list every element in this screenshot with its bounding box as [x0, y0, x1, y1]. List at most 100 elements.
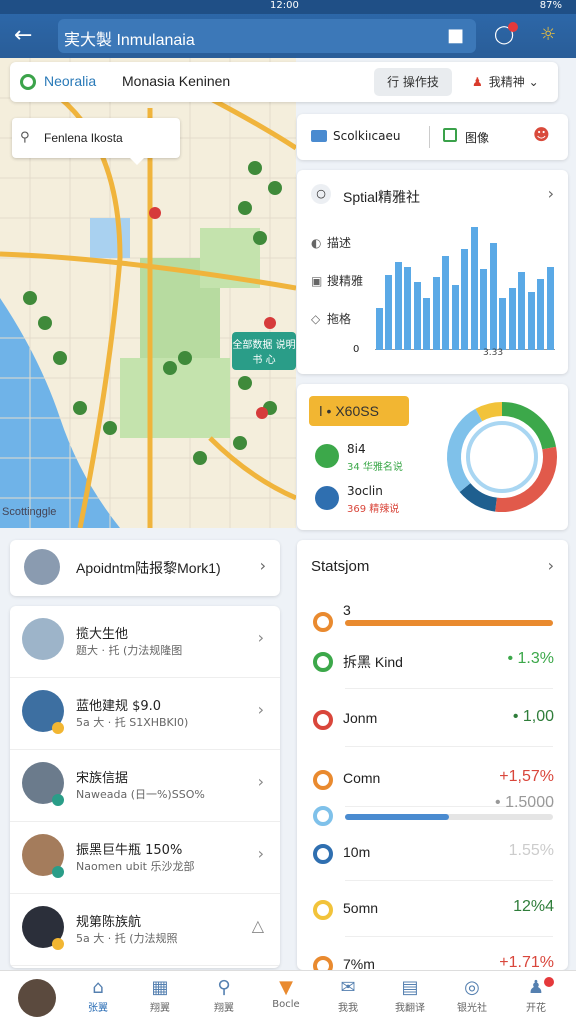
nav-label: 翔翼 — [214, 1003, 234, 1014]
stats-row-label: 拖格 — [327, 312, 352, 326]
stat-icon — [313, 710, 333, 730]
badge — [52, 722, 64, 734]
divider — [345, 936, 553, 937]
chevron-right-icon[interactable]: › — [258, 628, 264, 647]
operation-button[interactable]: 行 操作技 — [374, 68, 452, 96]
back-arrow-icon[interactable]: ← — [14, 22, 42, 50]
nav-label: 翔翼 — [150, 1003, 170, 1014]
stat-icon — [313, 900, 333, 920]
chevron-right-icon[interactable]: › — [548, 556, 554, 575]
chart-bar — [385, 274, 393, 350]
person-sub: 题大 · 托 (力法规隆图 — [76, 644, 183, 657]
stat-label: Jonm — [343, 710, 378, 726]
mail-icon: ✉ — [340, 977, 356, 998]
chart-bar — [404, 266, 412, 350]
chart-bar — [508, 287, 516, 350]
list-item[interactable]: 揽大生他 题大 · 托 (力法规隆图 › — [10, 606, 280, 678]
nav-shield[interactable]: ▼ Bocle — [256, 977, 316, 1010]
person-name: 振黑巨牛瓶 150% — [76, 843, 183, 858]
appointment-card[interactable]: Apoidntm陆报黎Mork1) › — [10, 540, 280, 596]
statistics-title: Statsjom — [311, 558, 370, 575]
toolbar-item-1[interactable]: Scolkiıcaeu — [333, 129, 400, 143]
nav-search[interactable]: ⚲ 翔翼 — [194, 977, 254, 1014]
sun-icon[interactable]: ☼ — [540, 24, 556, 45]
person-dropdown[interactable]: ♟ 我精神 ⌄ — [472, 73, 539, 90]
nav-globe[interactable]: ◎ 银光社 — [442, 977, 502, 1014]
chevron-right-icon[interactable]: › — [258, 772, 264, 791]
nav-profile[interactable]: ♟ 开花 — [506, 977, 566, 1014]
nav-mail[interactable]: ✉ 我我 — [318, 977, 378, 1014]
person-name: 宋族信据 — [76, 771, 129, 786]
stat-value: • 1,00 — [512, 708, 554, 725]
person-sub: Naweada (日一%)SSO% — [76, 788, 205, 801]
nav-label: 我翻译 — [395, 1003, 425, 1014]
stat-progress-fill — [345, 620, 553, 626]
stat-icon — [313, 770, 333, 790]
stats-card[interactable]: ○ Sptial精雅社 › ◐ 描述 ▣ 搜精雅 ◇ 拖格 0 3.33 — [297, 170, 568, 374]
search-field[interactable]: 実大製 Inmulanaia ■ — [58, 19, 476, 53]
stat-icon — [313, 652, 333, 672]
person-sub: Naomen ubit 乐沙龙部 — [76, 860, 195, 873]
donut-card[interactable]: ǀ • X60SS 8i4 34 华雅名说 3oclin 369 精辣说 — [297, 384, 568, 530]
nav-label: 张翼 — [88, 1003, 108, 1014]
donut-inner-ring — [466, 421, 538, 493]
stat-label: Comn — [343, 770, 381, 786]
toolbar-item-2[interactable]: 图像 — [465, 129, 489, 146]
stats-row-label: 描述 — [327, 236, 352, 250]
map-location-bubble[interactable]: ⚲ Fenlena Ikosta — [12, 118, 180, 165]
list-item[interactable]: 宋族信据 Naweada (日一%)SSO% › — [10, 750, 280, 822]
map-credit: Scottinggle — [2, 506, 57, 518]
image-icon[interactable] — [443, 128, 457, 142]
doc-icon: ▤ — [401, 977, 419, 998]
layers-icon[interactable] — [311, 130, 327, 142]
stat-label: 5omn — [343, 900, 379, 916]
pin-icon: ⚲ — [20, 130, 30, 145]
legend-swatch — [315, 486, 339, 510]
y-axis-zero: 0 — [353, 344, 360, 355]
chevron-right-icon[interactable]: › — [258, 844, 264, 863]
map-toolbar: Scolkiıcaeu 图像 ☻ — [297, 114, 568, 160]
chevron-right-icon[interactable]: › — [258, 700, 264, 719]
nav-home[interactable]: ⌂ 张翼 — [68, 977, 128, 1014]
list-item[interactable]: 振黑巨牛瓶 150% Naomen ubit 乐沙龙部 › — [10, 822, 280, 894]
chevron-right-icon[interactable]: › — [548, 184, 554, 203]
person-name: 规第陈族航 — [76, 915, 142, 930]
divider — [345, 880, 553, 881]
gift-icon[interactable]: ■ — [447, 25, 464, 46]
chart-bar — [527, 291, 535, 350]
profile-avatar[interactable] — [18, 979, 56, 1017]
donut-slice — [501, 402, 557, 450]
list-item[interactable]: 蓝他建规 $9.0 5a 大 · 托 S1XHBKI0) › — [10, 678, 280, 750]
location-name: Monasia Keninen — [122, 73, 231, 89]
bottom-nav: ⌂ 张翼 ▦ 翔翼 ⚲ 翔翼 ▼ Bocle ✉ 我我 ▤ 我翻译 ◎ 银光社 ♟ 开花 — [0, 970, 576, 1024]
stats-row: ◐ 描述 — [311, 234, 351, 251]
bell-icon[interactable]: △ — [252, 916, 264, 935]
nav-doc[interactable]: ▤ 我翻译 — [380, 977, 440, 1014]
bar-chart — [375, 220, 555, 350]
stat-label: 3 — [343, 602, 351, 618]
list-item[interactable]: 规第陈族航 5a 大 · 托 (力法规照 △ — [10, 894, 280, 966]
summary-pill[interactable]: ǀ • X60SS — [309, 396, 409, 426]
legend-sub: 369 精辣说 — [347, 504, 400, 515]
x-axis-label: 3.33 — [483, 348, 504, 358]
search-icon: ⚲ — [217, 977, 231, 998]
circle-icon: ◐ — [311, 236, 322, 250]
map-tag[interactable]: 全部数据 说明书 心 — [232, 332, 296, 370]
chart-bar — [413, 282, 421, 350]
legend-title: 8i4 — [347, 442, 366, 456]
bubble-text: Fenlena Ikosta — [44, 131, 123, 145]
globe-icon: ◎ — [464, 977, 480, 998]
nav-label: 银光社 — [457, 1003, 487, 1014]
stat-progress-track — [345, 814, 553, 820]
avatar — [22, 618, 64, 660]
chart-bar — [423, 298, 431, 350]
stat-value: • 1.3% — [507, 650, 554, 667]
nav-label: 我我 — [338, 1003, 358, 1014]
user-icon[interactable]: ☻ — [533, 125, 550, 144]
stats-row: ▣ 搜精雅 — [311, 272, 363, 289]
nav-label: Bocle — [272, 999, 300, 1010]
stat-value: 1.55% — [508, 842, 554, 859]
chevron-right-icon[interactable]: › — [260, 556, 266, 575]
nav-grid[interactable]: ▦ 翔翼 — [130, 977, 190, 1014]
statistics-panel: Statsjom › 3 拆黑 Kind • 1.3% Jonm • 1,00 Comn +… — [297, 540, 568, 970]
